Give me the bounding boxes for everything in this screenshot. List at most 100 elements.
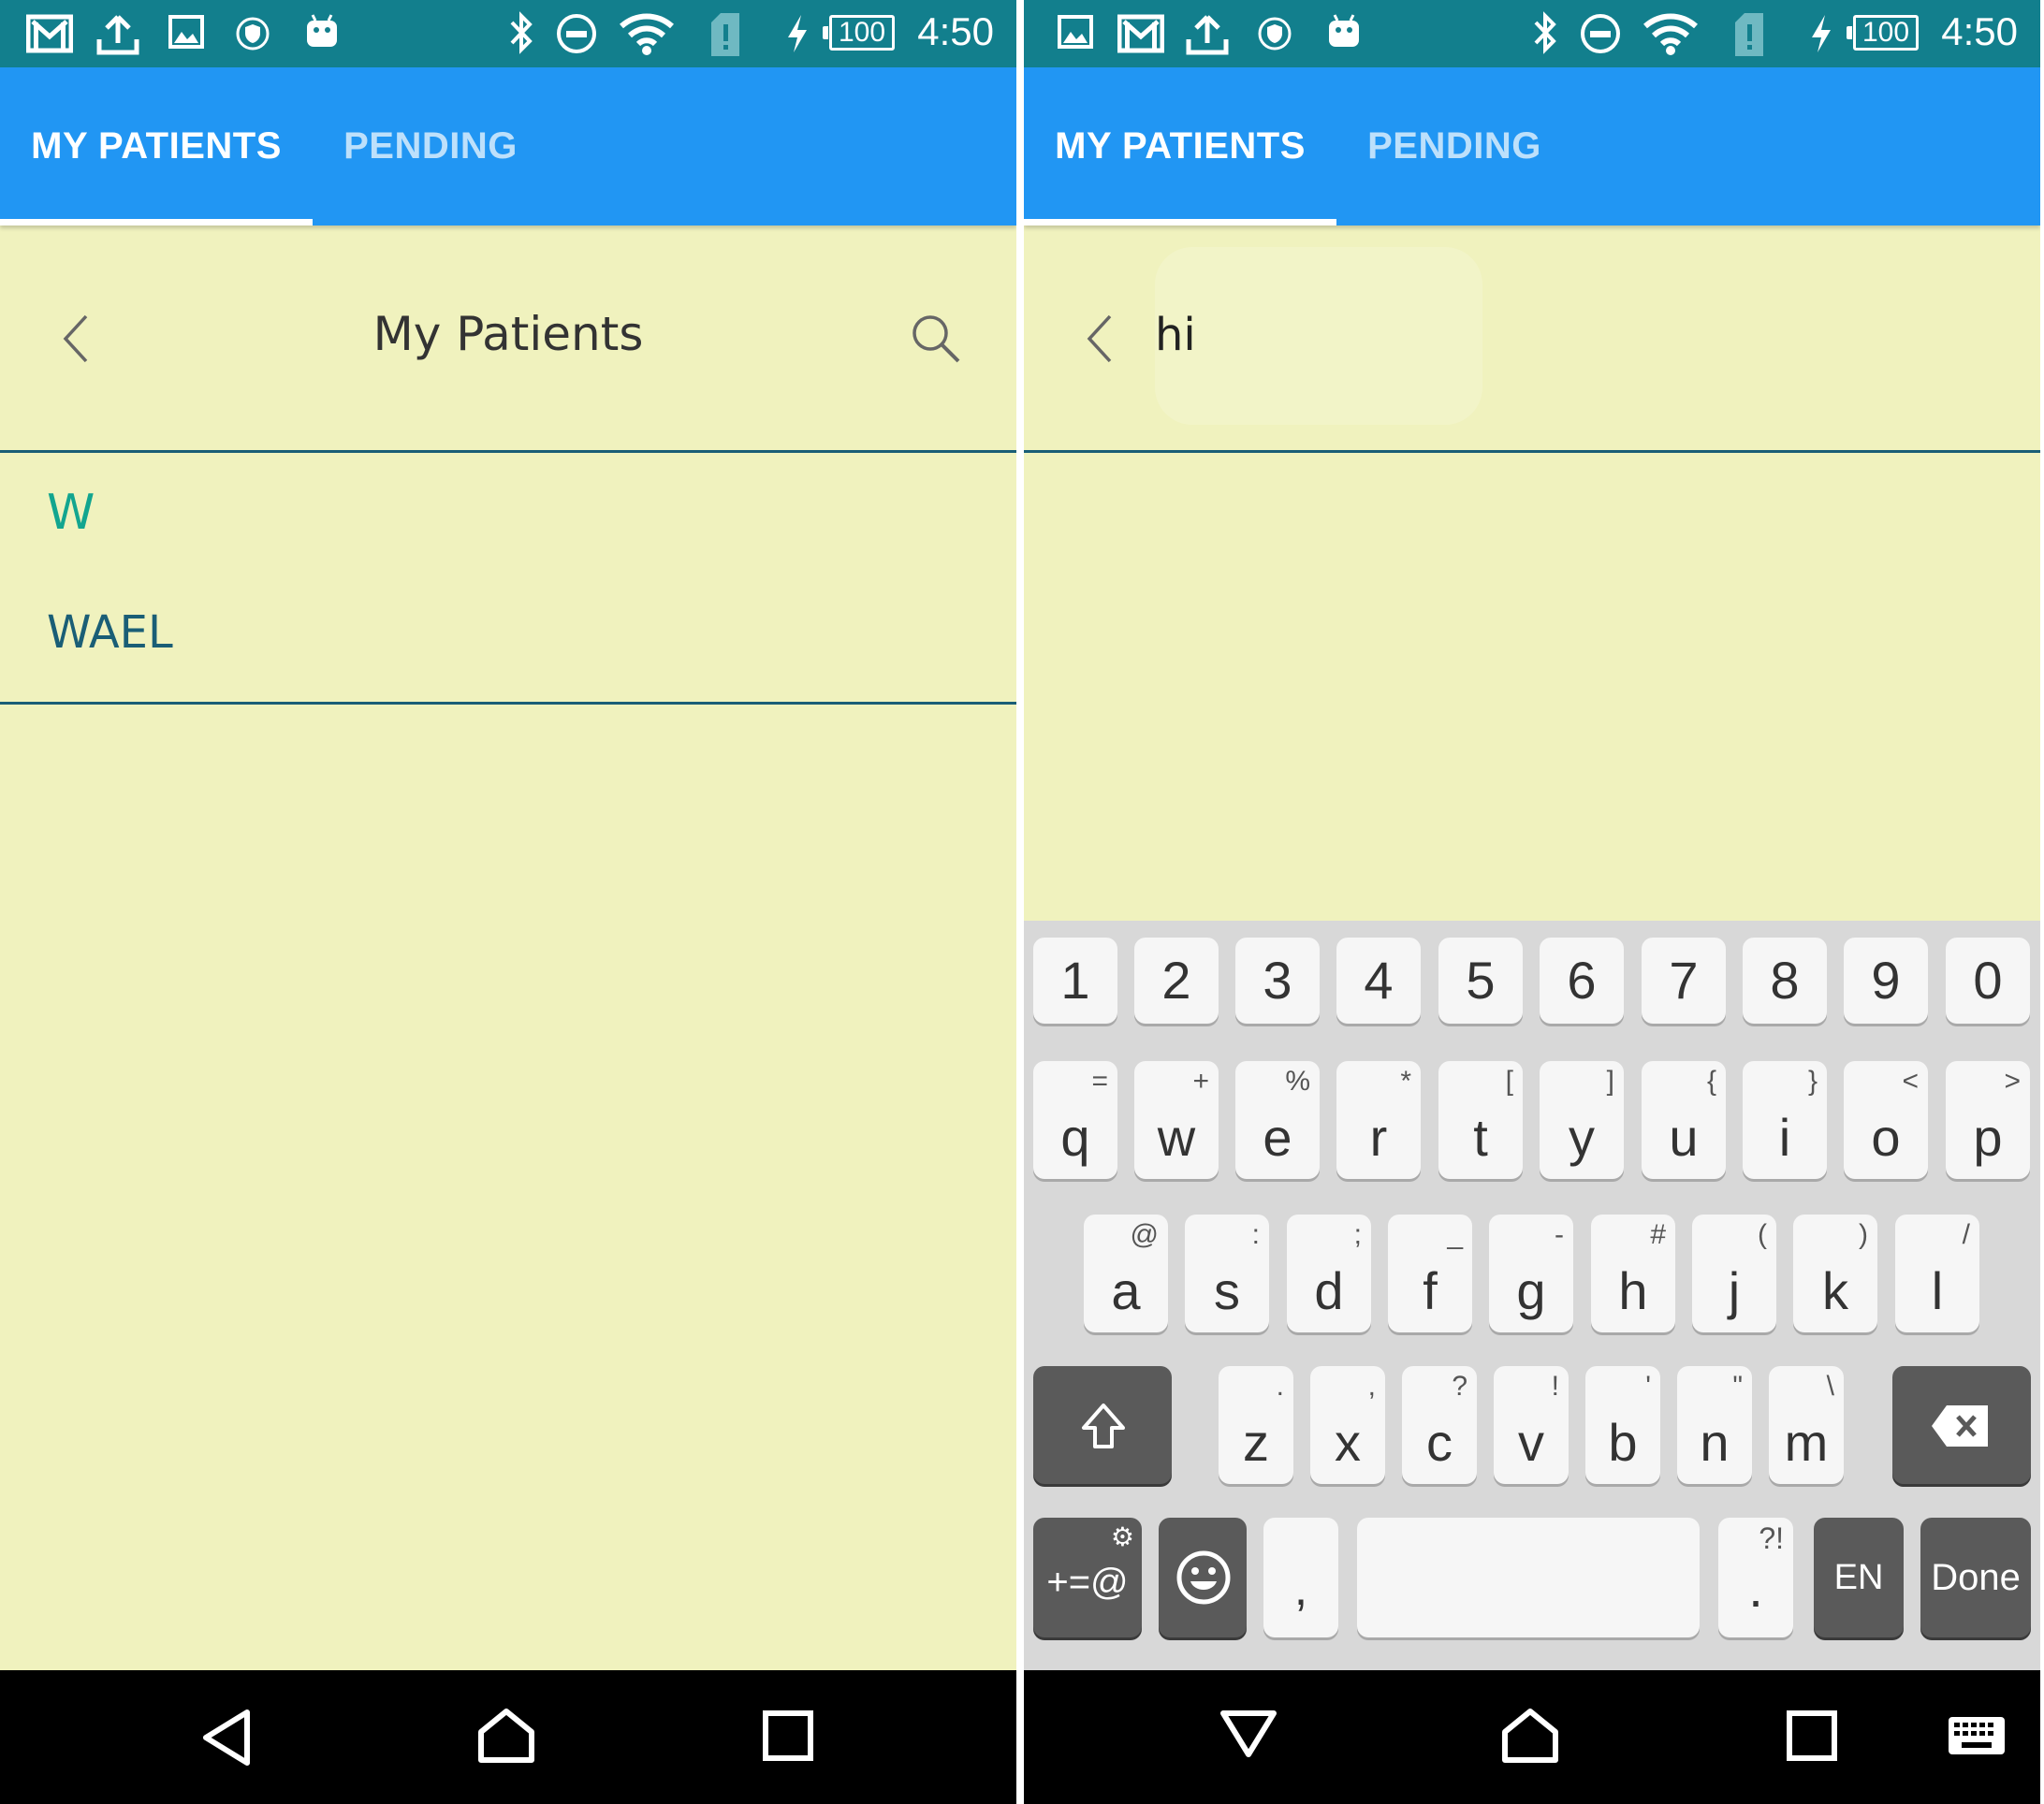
- key-8[interactable]: 8: [1743, 938, 1827, 1024]
- key-f[interactable]: _ f: [1388, 1215, 1472, 1332]
- search-query-text[interactable]: hi: [1155, 309, 1196, 361]
- nav-hide-keyboard-button[interactable]: [1174, 1670, 1323, 1804]
- navigation-bar: [0, 1670, 1016, 1804]
- key-h[interactable]: # h: [1591, 1215, 1675, 1332]
- key-g[interactable]: -g: [1489, 1215, 1573, 1332]
- key-n[interactable]: " n: [1677, 1366, 1752, 1484]
- key-label: 6: [1567, 951, 1597, 1010]
- key-label: +=@: [1046, 1561, 1129, 1603]
- emoji-icon: [1175, 1549, 1232, 1610]
- key-k[interactable]: ) k: [1793, 1215, 1877, 1332]
- key-z[interactable]: .z: [1219, 1366, 1293, 1484]
- symbols-key[interactable]: ⚙ +=@: [1033, 1518, 1142, 1637]
- key-y[interactable]: ] y: [1540, 1061, 1624, 1179]
- period-key[interactable]: ?! .: [1718, 1518, 1793, 1637]
- emoji-key[interactable]: [1159, 1518, 1247, 1637]
- key-label: r: [1369, 1108, 1388, 1167]
- key-3[interactable]: 3: [1235, 938, 1320, 1024]
- key-label: i: [1778, 1108, 1791, 1167]
- image-icon: [1058, 13, 1093, 54]
- charging-icon: [784, 13, 810, 58]
- comma-key[interactable]: ,: [1263, 1518, 1338, 1637]
- key-4[interactable]: 4: [1336, 938, 1421, 1024]
- key-hint: ': [1645, 1371, 1651, 1402]
- nav-home-button[interactable]: [432, 1670, 582, 1804]
- nav-recents-button[interactable]: [1737, 1670, 1887, 1804]
- key-label: s: [1214, 1261, 1240, 1320]
- header-divider: [0, 450, 1016, 453]
- key-hint: ]: [1606, 1066, 1614, 1097]
- key-label: 8: [1770, 951, 1800, 1010]
- key-r[interactable]: * r: [1336, 1061, 1421, 1179]
- key-a[interactable]: @ a: [1084, 1215, 1168, 1332]
- key-q[interactable]: = q: [1033, 1061, 1117, 1179]
- key-label: f: [1423, 1261, 1438, 1320]
- key-p[interactable]: > p: [1946, 1061, 2030, 1179]
- key-e[interactable]: % e: [1235, 1061, 1320, 1179]
- soft-keyboard: 1 2 3 4 5 6 7 8 9 0 = q + w % e * r [t ] y {u…: [1024, 921, 2040, 1670]
- key-label: 3: [1263, 951, 1292, 1010]
- key-1[interactable]: 1: [1033, 938, 1117, 1024]
- key-7[interactable]: 7: [1642, 938, 1726, 1024]
- left-screen: 100 4:50 MY PATIENTS PENDING My Patients…: [0, 0, 1016, 1804]
- nav-back-button[interactable]: [152, 1670, 301, 1804]
- active-tab-indicator: [0, 219, 313, 226]
- do-not-disturb-icon: [556, 13, 597, 58]
- key-label: d: [1314, 1261, 1344, 1320]
- nav-home-button[interactable]: [1456, 1670, 1606, 1804]
- battery-indicator: 100: [823, 15, 895, 51]
- status-time: 4:50: [1941, 9, 2018, 53]
- key-i[interactable]: } i: [1743, 1061, 1827, 1179]
- key-6[interactable]: 6: [1540, 938, 1624, 1024]
- key-hint: ,: [1367, 1371, 1376, 1402]
- key-5[interactable]: 5: [1438, 938, 1523, 1024]
- key-u[interactable]: {u: [1642, 1061, 1726, 1179]
- key-d[interactable]: ; d: [1287, 1215, 1371, 1332]
- done-key[interactable]: Done: [1920, 1518, 2031, 1637]
- key-hint: ;: [1353, 1219, 1362, 1250]
- key-0[interactable]: 0: [1946, 938, 2030, 1024]
- key-2[interactable]: 2: [1134, 938, 1219, 1024]
- key-m[interactable]: \ m: [1769, 1366, 1844, 1484]
- key-c[interactable]: ? c: [1402, 1366, 1477, 1484]
- key-b[interactable]: ' b: [1585, 1366, 1660, 1484]
- tab-my-patients[interactable]: MY PATIENTS: [1024, 67, 1336, 226]
- search-input[interactable]: [1155, 247, 1482, 425]
- key-hint: -: [1555, 1219, 1564, 1250]
- tab-pending[interactable]: PENDING: [313, 67, 548, 226]
- nav-recents-button[interactable]: [713, 1670, 863, 1804]
- key-label: g: [1516, 1261, 1546, 1320]
- backspace-key[interactable]: [1892, 1366, 2031, 1484]
- key-9[interactable]: 9: [1844, 938, 1928, 1024]
- key-label: 9: [1871, 951, 1901, 1010]
- key-v[interactable]: ! v: [1494, 1366, 1569, 1484]
- tab-my-patients[interactable]: MY PATIENTS: [0, 67, 313, 226]
- language-key[interactable]: EN: [1814, 1518, 1904, 1637]
- key-w[interactable]: + w: [1134, 1061, 1219, 1179]
- keyboard-switcher-icon[interactable]: [1891, 1670, 2040, 1804]
- key-t[interactable]: [t: [1438, 1061, 1523, 1179]
- key-hint: _: [1447, 1219, 1463, 1250]
- key-label: m: [1784, 1413, 1829, 1472]
- vpn-shield-icon: [1258, 17, 1292, 54]
- space-key[interactable]: [1357, 1518, 1700, 1637]
- key-label: EN: [1833, 1557, 1884, 1597]
- patient-list-item[interactable]: WAEL: [47, 606, 173, 659]
- key-label: h: [1618, 1261, 1648, 1320]
- key-x[interactable]: ,x: [1310, 1366, 1385, 1484]
- key-j[interactable]: (j: [1692, 1215, 1776, 1332]
- upload-icon: [95, 13, 140, 60]
- key-o[interactable]: < o: [1844, 1061, 1928, 1179]
- key-s[interactable]: :s: [1185, 1215, 1269, 1332]
- image-icon: [168, 13, 204, 54]
- page-title: My Patients: [372, 307, 644, 361]
- tab-pending[interactable]: PENDING: [1336, 67, 1572, 226]
- key-label: 7: [1669, 951, 1699, 1010]
- back-icon[interactable]: [1082, 313, 1119, 369]
- shift-key[interactable]: [1033, 1366, 1172, 1484]
- key-l[interactable]: / l: [1895, 1215, 1979, 1332]
- search-icon[interactable]: [910, 313, 962, 369]
- key-hint: .: [1276, 1371, 1284, 1402]
- upload-icon: [1185, 13, 1230, 60]
- tab-bar: MY PATIENTS PENDING: [1024, 67, 2040, 226]
